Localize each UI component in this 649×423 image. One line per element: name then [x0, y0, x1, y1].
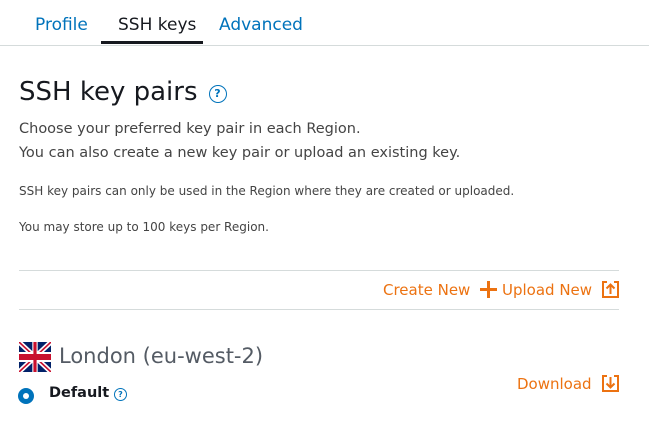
active-tab-indicator	[101, 41, 203, 44]
download-icon	[601, 374, 620, 393]
region-note: SSH key pairs can only be used in the Re…	[19, 184, 515, 198]
account-settings-page: Profile SSH keys Advanced SSH key pairs …	[0, 0, 649, 423]
tab-ssh-keys[interactable]: SSH keys	[118, 15, 196, 35]
default-key-label: Default	[49, 385, 110, 401]
question-circle-icon[interactable]: ?	[208, 84, 227, 103]
settings-tabs: Profile SSH keys Advanced	[0, 0, 649, 46]
create-new-label: Create New	[383, 280, 471, 299]
create-new-button[interactable]: Create New	[383, 280, 498, 299]
tab-advanced[interactable]: Advanced	[219, 15, 303, 35]
limit-note: You may store up to 100 keys per Region.	[19, 220, 269, 234]
question-circle-icon[interactable]: ?	[114, 388, 127, 401]
upload-new-label: Upload New	[502, 280, 593, 299]
upload-new-button[interactable]: Upload New	[502, 280, 620, 299]
tab-profile[interactable]: Profile	[35, 15, 88, 35]
page-title: SSH key pairs	[19, 77, 198, 107]
description-line-2: You can also create a new key pair or up…	[19, 145, 461, 161]
download-label: Download	[517, 374, 592, 393]
description-line-1: Choose your preferred key pair in each R…	[19, 121, 361, 137]
download-button[interactable]: Download	[517, 374, 620, 393]
default-key-radio[interactable]	[18, 388, 34, 404]
uk-flag-icon	[18, 339, 52, 375]
region-name: London (eu-west-2)	[59, 344, 264, 368]
top-divider	[19, 270, 619, 271]
bottom-divider	[19, 309, 619, 310]
section-heading: SSH key pairs ?	[19, 77, 227, 107]
plus-icon	[479, 280, 498, 299]
upload-icon	[601, 280, 620, 299]
